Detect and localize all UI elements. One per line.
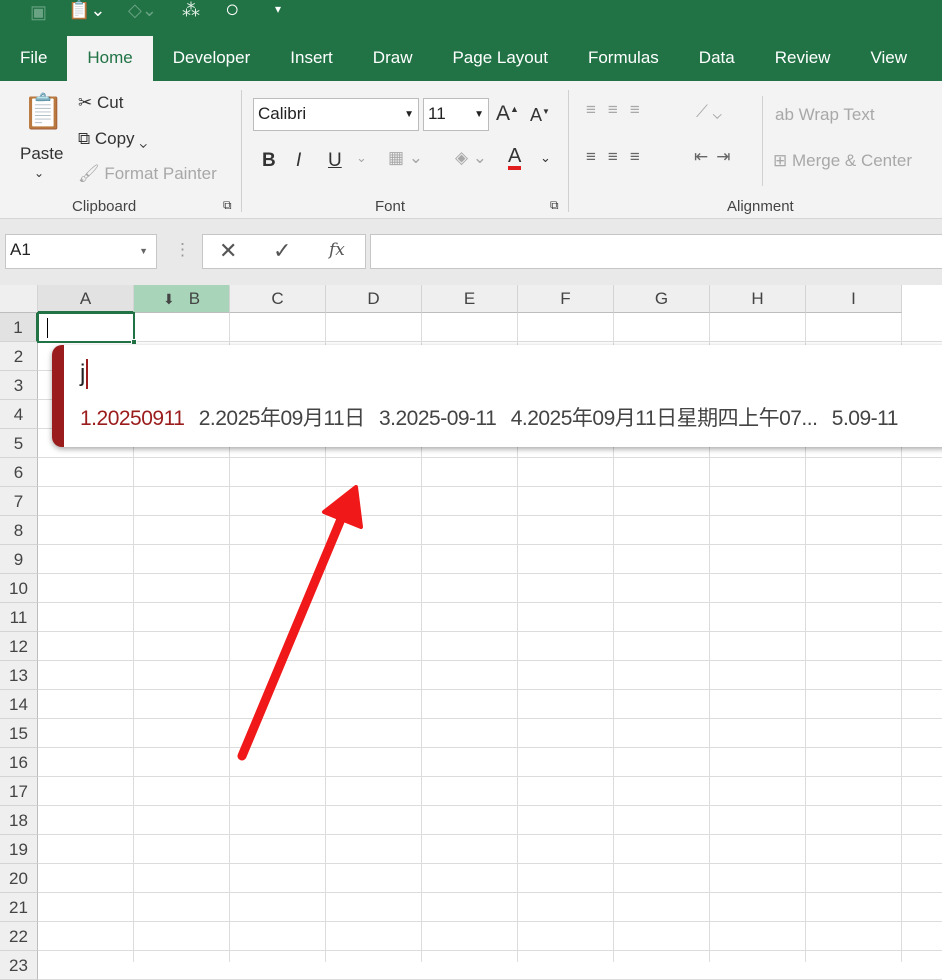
arrow-shaft <box>237 507 349 761</box>
arrow-head <box>322 485 363 529</box>
annotation-arrow <box>237 485 363 761</box>
